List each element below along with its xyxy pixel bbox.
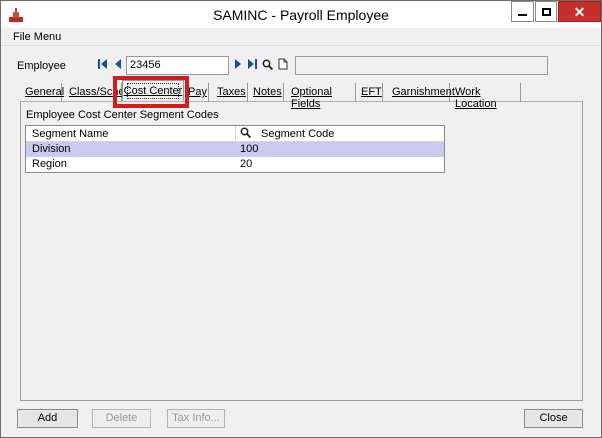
- maximize-button[interactable]: [535, 1, 557, 22]
- payroll-employee-window: SAMINC - Payroll Employee ✕ File Menu Em…: [0, 0, 602, 438]
- segment-name-cell: Region: [32, 158, 67, 170]
- last-record-button[interactable]: [246, 57, 258, 71]
- segment-code-cell[interactable]: 20: [240, 158, 252, 170]
- tab-pay[interactable]: Pay: [186, 83, 209, 102]
- column-divider: [235, 126, 236, 142]
- employee-name-field: [295, 56, 548, 75]
- grid-header: Segment Name Segment Code: [26, 126, 444, 142]
- maximize-icon: [541, 7, 551, 16]
- new-record-button[interactable]: [277, 57, 289, 71]
- file-menu[interactable]: File Menu: [13, 31, 61, 43]
- tab-garnishment[interactable]: Garnishment: [387, 83, 455, 102]
- table-row[interactable]: Region 20: [26, 157, 444, 172]
- close-window-button[interactable]: ✕: [558, 1, 601, 22]
- previous-record-button[interactable]: [112, 57, 124, 71]
- tab-taxes[interactable]: Taxes: [213, 83, 248, 102]
- tax-info-button[interactable]: Tax Info...: [167, 409, 225, 428]
- tab-work-location[interactable]: Work Location: [451, 83, 521, 110]
- tab-optional-fields[interactable]: Optional Fields: [286, 83, 356, 110]
- menu-bar: File Menu: [1, 28, 601, 46]
- title-bar: SAMINC - Payroll Employee ✕: [1, 1, 601, 28]
- segment-grid[interactable]: Segment Name Segment Code Division 100 R…: [25, 125, 445, 173]
- minimize-button[interactable]: [511, 1, 534, 22]
- table-row[interactable]: Division 100: [26, 142, 444, 157]
- finder-icon[interactable]: [240, 127, 252, 141]
- highlight-box: [113, 76, 189, 108]
- tab-eft[interactable]: EFT: [357, 83, 383, 102]
- add-button[interactable]: Add: [17, 409, 78, 428]
- last-record-icon: [248, 59, 257, 69]
- employee-id-value: 23456: [130, 59, 161, 71]
- finder-button[interactable]: [261, 57, 273, 71]
- tab-general[interactable]: General: [20, 83, 64, 102]
- finder-icon: [262, 59, 273, 70]
- delete-button[interactable]: Delete: [92, 409, 151, 428]
- new-document-icon: [278, 58, 288, 70]
- close-button[interactable]: Close: [524, 409, 583, 428]
- employee-id-input[interactable]: 23456: [126, 56, 229, 75]
- next-record-icon: [235, 59, 241, 69]
- tab-notes[interactable]: Notes: [249, 83, 284, 102]
- first-record-icon: [98, 59, 107, 69]
- column-header-segment-code[interactable]: Segment Code: [261, 128, 334, 140]
- close-icon: ✕: [573, 3, 586, 20]
- first-record-button[interactable]: [97, 57, 109, 71]
- minimize-icon: [518, 13, 527, 16]
- segment-code-cell[interactable]: 100: [240, 143, 258, 155]
- segment-name-cell: Division: [32, 143, 71, 155]
- employee-label: Employee: [17, 60, 66, 72]
- previous-record-icon: [115, 59, 121, 69]
- next-record-button[interactable]: [232, 57, 244, 71]
- column-header-segment-name[interactable]: Segment Name: [32, 128, 108, 140]
- section-title: Employee Cost Center Segment Codes: [26, 109, 219, 121]
